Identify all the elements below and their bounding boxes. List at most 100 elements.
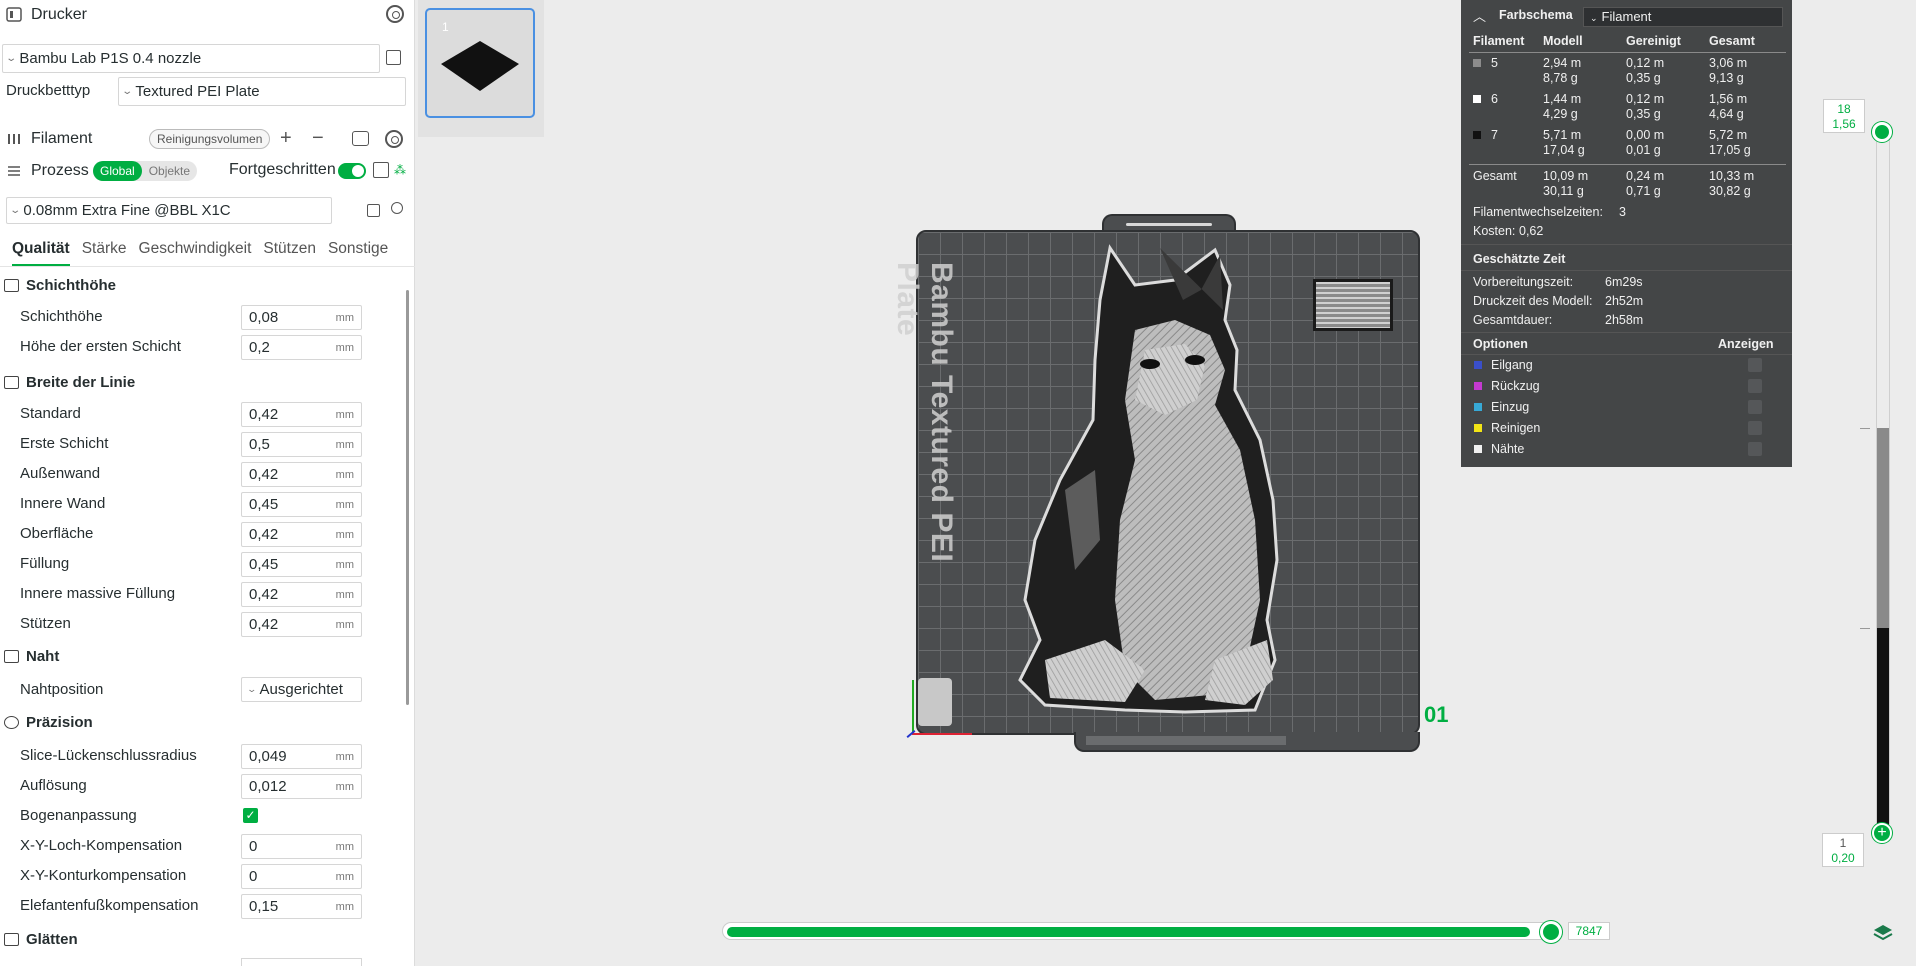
- seam-position-select[interactable]: ⌄ Ausgerichtet: [241, 677, 362, 702]
- line-width-infill-input[interactable]: 0,45 mm: [241, 552, 362, 577]
- param-xy-hole-compensation: X-Y-Loch-Kompensation: [20, 837, 183, 854]
- tab-others[interactable]: Sonstige: [328, 238, 388, 266]
- filament-7-swatch: [1473, 131, 1481, 139]
- add-filament-button[interactable]: +: [280, 127, 292, 150]
- param-layer-height: Schichthöhe: [20, 308, 103, 325]
- first-layer-height-input[interactable]: 0,2 mm: [241, 335, 362, 360]
- tab-strength[interactable]: Stärke: [82, 238, 127, 266]
- filament-5-model-g: 8,78 g: [1543, 71, 1578, 85]
- field-value: 0,45: [249, 496, 279, 513]
- layer-height-input[interactable]: 0,08 mm: [241, 305, 362, 330]
- header-divider: [1469, 52, 1786, 53]
- arc-fitting-checkbox[interactable]: ✓: [243, 808, 258, 823]
- line-width-default-input[interactable]: 0,42 mm: [241, 402, 362, 427]
- plate-thumbnail[interactable]: 1: [425, 8, 535, 118]
- collapse-chevron-icon[interactable]: ︿: [1473, 6, 1486, 25]
- line-width-inner-wall-input[interactable]: 0,45 mm: [241, 492, 362, 517]
- printer-settings-gear-icon[interactable]: [386, 5, 404, 23]
- section-title: Naht: [26, 648, 60, 665]
- line-width-outer-wall-input[interactable]: 0,42 mm: [241, 462, 362, 487]
- ironing-first-field[interactable]: [241, 958, 362, 966]
- tab-support[interactable]: Stützen: [263, 238, 316, 266]
- total-flushed-g: 0,71 g: [1626, 184, 1661, 198]
- param-resolution: Auflösung: [20, 777, 87, 794]
- option-retraction-checkbox[interactable]: [1748, 379, 1762, 393]
- edit-printer-icon[interactable]: [386, 50, 401, 65]
- param-line-width-outer-wall: Außenwand: [20, 465, 101, 482]
- bed-type-label: Druckbetttyp: [6, 82, 91, 99]
- section-title: Schichthöhe: [26, 277, 117, 294]
- filament-settings-gear-icon[interactable]: [385, 130, 403, 148]
- printer-header: Drucker: [0, 4, 87, 26]
- bed-type-select[interactable]: ⌄ Textured PEI Plate: [118, 77, 406, 106]
- param-line-width-inner-wall: Innere Wand: [20, 495, 106, 512]
- filament-6-flushed-m: 0,12 m: [1626, 92, 1665, 106]
- layers-icon[interactable]: [1872, 922, 1894, 944]
- objects-option[interactable]: Objekte: [142, 161, 197, 181]
- option-wipe-checkbox[interactable]: [1748, 421, 1762, 435]
- section-layer-height: Schichthöhe: [0, 277, 400, 294]
- option-deretraction-checkbox[interactable]: [1748, 400, 1762, 414]
- field-value: 0,42: [249, 406, 279, 423]
- seam-icon: [4, 650, 19, 663]
- field-value: 0,42: [249, 466, 279, 483]
- process-preset-select[interactable]: ⌄ 0.08mm Extra Fine @BBL X1C: [6, 197, 332, 224]
- bottom-layer-handle-plus-icon[interactable]: +: [1872, 823, 1892, 843]
- xy-hole-compensation-input[interactable]: 0 mm: [241, 834, 362, 859]
- process-compare-icon[interactable]: ⁂: [394, 163, 406, 177]
- plate-index-label: 01: [1424, 702, 1449, 727]
- option-travel-checkbox[interactable]: [1748, 358, 1762, 372]
- flush-volumes-button[interactable]: Reinigungsvolumen: [149, 129, 271, 149]
- options-title-divider: [1461, 354, 1792, 355]
- deretraction-swatch: [1474, 403, 1482, 411]
- color-scheme-select[interactable]: ⌄ Filament: [1583, 7, 1783, 27]
- settings-scrollbar[interactable]: [406, 290, 409, 705]
- tab-quality[interactable]: Qualität: [12, 238, 70, 266]
- filament-sync-icon[interactable]: [352, 131, 369, 146]
- total-total-m: 10,33 m: [1709, 169, 1755, 183]
- line-width-support-input[interactable]: 0,42 mm: [241, 612, 362, 637]
- slice-closing-radius-input[interactable]: 0,049 mm: [241, 744, 362, 769]
- cost-label: Kosten:: [1473, 224, 1516, 238]
- layer-height-icon: [4, 279, 19, 292]
- tab-speed[interactable]: Geschwindigkeit: [139, 238, 252, 266]
- filament-6-total-g: 4,64 g: [1709, 107, 1744, 121]
- filament-5-total-g: 9,13 g: [1709, 71, 1744, 85]
- option-seams-checkbox[interactable]: [1748, 442, 1762, 456]
- total-flushed-m: 0,24 m: [1626, 169, 1665, 183]
- bottom-layer-number: 1: [1839, 836, 1847, 850]
- process-list-icon[interactable]: [373, 162, 389, 178]
- param-line-width-default: Standard: [20, 405, 81, 422]
- save-preset-icon[interactable]: [367, 204, 380, 217]
- process-scope-toggle[interactable]: Global Objekte: [93, 161, 198, 181]
- advanced-toggle[interactable]: [338, 163, 366, 179]
- printer-select[interactable]: ⌄ Bambu Lab P1S 0.4 nozzle: [2, 44, 380, 73]
- field-value: 0,08: [249, 309, 279, 326]
- move-slider-handle[interactable]: [1540, 921, 1562, 943]
- line-width-internal-solid-input[interactable]: 0,42 mm: [241, 582, 362, 607]
- elephant-foot-compensation-input[interactable]: 0,15 mm: [241, 894, 362, 919]
- sliced-model-preview[interactable]: [1005, 240, 1305, 718]
- filament-7-flushed-m: 0,00 m: [1626, 128, 1665, 142]
- process-header: Prozess: [0, 160, 89, 182]
- section-seam: Naht: [0, 648, 400, 665]
- filament-5-total-m: 3,06 m: [1709, 56, 1748, 70]
- line-width-top-surface-input[interactable]: 0,42 mm: [241, 522, 362, 547]
- resolution-input[interactable]: 0,012 mm: [241, 774, 362, 799]
- filament-5-flushed-m: 0,12 m: [1626, 56, 1665, 70]
- remove-filament-button[interactable]: −: [312, 127, 324, 150]
- time-divider: [1461, 244, 1792, 245]
- field-value: 0,012: [249, 778, 287, 795]
- layer-slider-color-segment-black: [1877, 628, 1889, 831]
- line-width-first-layer-input[interactable]: 0,5 mm: [241, 432, 362, 457]
- global-option[interactable]: Global: [93, 161, 142, 181]
- search-icon[interactable]: [391, 202, 403, 214]
- top-layer-handle[interactable]: [1872, 122, 1892, 142]
- bed-type-value: Textured PEI Plate: [135, 83, 260, 100]
- filament-6-id: 6: [1491, 92, 1498, 106]
- move-slider-track[interactable]: [722, 922, 1555, 940]
- xy-contour-compensation-input[interactable]: 0 mm: [241, 864, 362, 889]
- top-layer-height: 1,56: [1832, 117, 1856, 131]
- param-line-width-support: Stützen: [20, 615, 71, 632]
- time-title-divider: [1461, 270, 1792, 271]
